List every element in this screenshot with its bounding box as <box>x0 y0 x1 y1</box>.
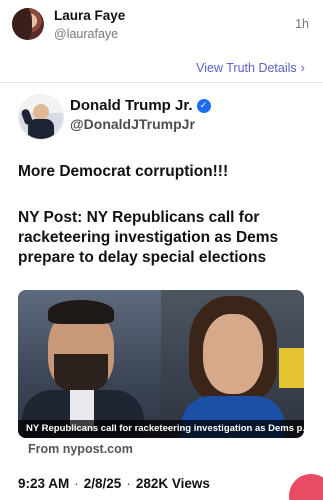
view-truth-details-link[interactable]: View Truth Details › <box>196 60 305 75</box>
post-meta: 9:23 AM · 2/8/25 · 282K Views <box>18 476 210 491</box>
post-text-line-1: More Democrat corruption!!! <box>18 163 229 180</box>
man-photo <box>18 290 161 438</box>
post-text-line-2: NY Post: NY Republicans call for rackete… <box>18 209 279 266</box>
post-time: 1h <box>295 17 309 31</box>
verified-badge-icon: ✓ <box>196 98 211 113</box>
link-source[interactable]: From nypost.com <box>28 442 133 456</box>
chevron-right-icon: › <box>300 60 305 75</box>
link-preview-image[interactable]: NY Republicans call for racketeering inv… <box>18 290 304 438</box>
post-time-stamp: 9:23 AM <box>18 476 70 491</box>
author-handle: @DonaldJTrumpJr <box>70 116 195 132</box>
meta-separator: · <box>126 476 131 491</box>
image-caption: NY Republicans call for racketeering inv… <box>18 420 304 438</box>
meta-separator: · <box>74 476 79 491</box>
woman-photo <box>161 290 304 438</box>
avatar[interactable] <box>12 8 44 40</box>
display-name[interactable]: Laura Faye <box>54 8 125 23</box>
quoted-post-author[interactable]: Donald Trump Jr. ✓ @DonaldJTrumpJr <box>18 94 313 140</box>
view-count: 282K Views <box>135 476 210 491</box>
action-button[interactable] <box>289 474 323 500</box>
author-name: Donald Trump Jr. <box>70 97 193 114</box>
repost-header[interactable]: Laura Faye @laurafaye 1h <box>12 8 313 48</box>
truth-post-screen: Laura Faye @laurafaye 1h View Truth Deta… <box>0 0 323 500</box>
author-avatar[interactable] <box>18 94 64 140</box>
author-name-row: Donald Trump Jr. ✓ <box>70 97 211 114</box>
divider <box>0 82 323 83</box>
view-details-label: View Truth Details <box>196 60 297 75</box>
post-date: 2/8/25 <box>83 476 122 491</box>
user-handle: @laurafaye <box>54 27 119 41</box>
